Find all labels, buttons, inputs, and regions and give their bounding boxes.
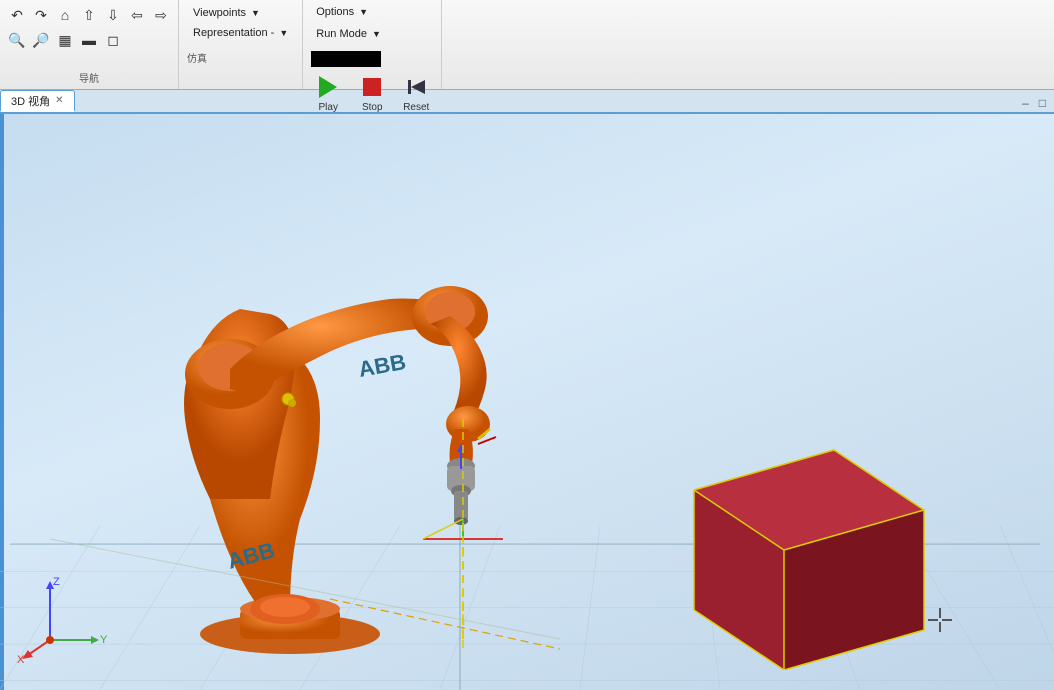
nav-icon-9[interactable]: 🔎 [30, 29, 52, 51]
nav-icon-7[interactable]: ⇨ [150, 4, 172, 26]
tab-bar-controls: ‒ □ [1018, 94, 1054, 112]
tab-bar: 3D 视角 ✕ ‒ □ [0, 90, 1054, 114]
reset-label: Reset [403, 102, 429, 113]
play-button[interactable]: Play [311, 69, 345, 116]
svg-text:ABB: ABB [357, 349, 408, 382]
viewport-3d[interactable]: ABB ABB Z [0, 114, 1054, 690]
coordinate-axes: Z Y X [15, 575, 115, 665]
tab-restore-icon[interactable]: □ [1035, 94, 1050, 112]
svg-text:Y: Y [100, 634, 108, 646]
runmode-label: Run Mode [316, 28, 367, 40]
options-chevron-icon: ▼ [359, 7, 368, 17]
stop-label: Stop [362, 102, 383, 113]
viewpoints-label: Viewpoints [193, 7, 246, 19]
viewpoints-chevron-icon: ▼ [251, 8, 260, 18]
nav-section-label: 导航 [6, 70, 172, 85]
tab-minimize-icon[interactable]: ‒ [1018, 94, 1033, 112]
viewpoints-dropdown[interactable]: Viewpoints ▼ [187, 4, 294, 22]
nav-icon-10[interactable]: ▦ [54, 29, 76, 51]
tab-3dview-label: 3D 视角 [11, 93, 50, 109]
runmode-chevron-icon: ▼ [372, 29, 381, 39]
svg-text:Z: Z [53, 576, 60, 588]
tab-3dview-close[interactable]: ✕ [55, 95, 63, 106]
nav-icon-4[interactable]: ⇧ [78, 4, 100, 26]
runmode-dropdown[interactable]: Run Mode ▼ [311, 26, 433, 42]
nav-icon-1[interactable]: ↶ [6, 4, 28, 26]
play-icon [314, 72, 342, 102]
options-label: Options [316, 6, 354, 18]
representation-dropdown[interactable]: Representation - ▼ [187, 24, 294, 42]
toolbar: ↶ ↷ ⌂ ⇧ ⇩ ⇦ ⇨ 🔍 🔎 ▦ ▬ ◻ 导航 Viewpoints ▼ … [0, 0, 1054, 90]
run-mode-color-bar [311, 51, 381, 67]
stop-button[interactable]: Stop [355, 69, 389, 116]
nav-icon-6[interactable]: ⇦ [126, 4, 148, 26]
nav-icon-2[interactable]: ↷ [30, 4, 52, 26]
reset-icon [402, 72, 430, 102]
nav-icon-5[interactable]: ⇩ [102, 4, 124, 26]
stop-icon [358, 72, 386, 102]
reset-button[interactable]: Reset [399, 69, 433, 116]
viewpoints-section-label: 仿真 [187, 48, 294, 65]
box-3d [614, 430, 934, 670]
svg-text:X: X [17, 654, 25, 665]
simulation-section: Options ▼ Run Mode ▼ Play [303, 0, 442, 89]
nav-icon-8[interactable]: 🔍 [6, 29, 28, 51]
nav-section: ↶ ↷ ⌂ ⇧ ⇩ ⇦ ⇨ 🔍 🔎 ▦ ▬ ◻ 导航 [0, 0, 179, 89]
representation-label: Representation - [193, 27, 274, 39]
nav-icon-3[interactable]: ⌂ [54, 4, 76, 26]
viewpoints-section: Viewpoints ▼ Representation - ▼ 仿真 [179, 0, 303, 89]
nav-icon-11[interactable]: ▬ [78, 29, 100, 51]
play-label: Play [319, 102, 338, 113]
crosshair-cursor [926, 606, 954, 640]
options-dropdown[interactable]: Options ▼ [311, 4, 433, 20]
tab-3dview[interactable]: 3D 视角 ✕ [0, 90, 75, 112]
nav-icon-12[interactable]: ◻ [102, 29, 124, 51]
representation-chevron-icon: ▼ [279, 28, 288, 38]
